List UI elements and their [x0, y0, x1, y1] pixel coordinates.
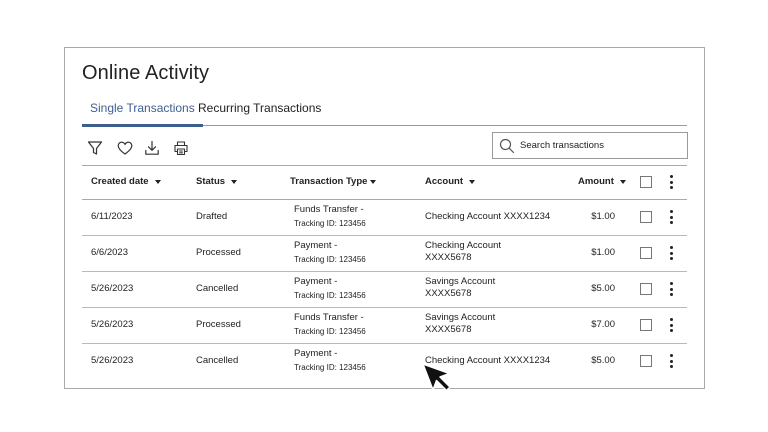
row-divider [82, 271, 687, 272]
sort-caret-icon [231, 179, 238, 184]
row-date: 5/26/2023 [91, 355, 134, 366]
row-checkbox[interactable] [640, 355, 652, 367]
header-more-icon[interactable] [666, 174, 676, 190]
search-input[interactable] [520, 140, 680, 151]
transaction-type-label: Payment - [294, 276, 338, 287]
account-name: Checking Account XXXX1234 [425, 211, 551, 222]
row-status: Processed [196, 247, 241, 258]
row-more-icon[interactable] [666, 245, 676, 261]
row-more-icon[interactable] [666, 281, 676, 297]
tab-bar: Single Transactions Recurring Transactio… [82, 96, 687, 127]
transaction-type-label: Payment - [294, 240, 338, 251]
column-header-created-date[interactable]: Created date [91, 176, 161, 187]
filter-icon[interactable] [87, 140, 103, 156]
row-checkbox[interactable] [640, 211, 652, 223]
online-activity-panel: Online Activity Single Transactions Recu… [64, 47, 705, 392]
row-checkbox[interactable] [640, 247, 652, 259]
row-status: Processed [196, 319, 241, 330]
row-checkbox[interactable] [640, 319, 652, 331]
row-amount: $5.00 [591, 283, 615, 294]
row-transaction-type: Funds Transfer - Tracking ID: 123456 [294, 204, 366, 228]
row-account: Checking Account XXXX5678 [425, 240, 501, 263]
transaction-type-label: Funds Transfer - [294, 312, 364, 323]
account-number: XXXX5678 [425, 252, 472, 263]
row-more-icon[interactable] [666, 317, 676, 333]
row-divider [82, 343, 687, 344]
account-number: XXXX5678 [425, 324, 472, 335]
transaction-type-label: Funds Transfer - [294, 204, 364, 215]
mouse-pointer-icon [422, 363, 451, 392]
tab-single-transactions[interactable]: Single Transactions [82, 101, 203, 127]
column-header-status[interactable]: Status [196, 176, 238, 187]
account-number: XXXX5678 [425, 288, 472, 299]
divider [82, 165, 687, 166]
account-name: Checking Account [425, 240, 502, 251]
row-status: Cancelled [196, 283, 239, 294]
tracking-id: Tracking ID: 123456 [294, 291, 366, 300]
page-title: Online Activity [82, 62, 210, 84]
row-account: Savings Account XXXX5678 [425, 312, 495, 335]
sort-caret-icon [154, 179, 161, 184]
download-icon[interactable] [144, 140, 160, 156]
row-divider [82, 307, 687, 308]
column-header-transaction-type[interactable]: Transaction Type [290, 176, 377, 187]
row-account: Savings Account XXXX5678 [425, 276, 495, 299]
row-amount: $5.00 [591, 355, 615, 366]
row-date: 5/26/2023 [91, 319, 134, 330]
row-date: 6/6/2023 [91, 247, 128, 258]
tracking-id: Tracking ID: 123456 [294, 327, 366, 336]
row-more-icon[interactable] [666, 209, 676, 225]
row-amount: $7.00 [591, 319, 615, 330]
row-status: Cancelled [196, 355, 239, 366]
row-more-icon[interactable] [666, 353, 676, 369]
select-all-checkbox[interactable] [640, 176, 652, 188]
header-divider [82, 199, 687, 200]
tracking-id: Tracking ID: 123456 [294, 363, 366, 372]
column-header-account[interactable]: Account [425, 176, 475, 187]
print-icon[interactable] [173, 140, 189, 156]
row-checkbox[interactable] [640, 283, 652, 295]
row-transaction-type: Payment - Tracking ID: 123456 [294, 348, 366, 372]
sort-caret-icon [370, 179, 377, 184]
account-name: Savings Account [425, 276, 496, 287]
account-name: Savings Account [425, 312, 496, 323]
row-date: 5/26/2023 [91, 283, 134, 294]
transaction-type-label: Payment - [294, 348, 338, 359]
row-transaction-type: Payment - Tracking ID: 123456 [294, 276, 366, 300]
search-box[interactable] [492, 132, 688, 159]
tracking-id: Tracking ID: 123456 [294, 219, 366, 228]
row-divider [82, 235, 687, 236]
row-transaction-type: Funds Transfer - Tracking ID: 123456 [294, 312, 366, 336]
sort-caret-icon [619, 179, 626, 184]
row-amount: $1.00 [591, 211, 615, 222]
search-icon [499, 138, 515, 153]
sort-caret-icon [469, 179, 475, 184]
heart-icon[interactable] [117, 140, 133, 156]
tab-recurring-transactions[interactable]: Recurring Transactions [190, 101, 329, 125]
row-account: Checking Account XXXX1234 [425, 211, 550, 222]
row-status: Drafted [196, 211, 228, 222]
row-date: 6/11/2023 [91, 211, 133, 222]
tracking-id: Tracking ID: 123456 [294, 255, 366, 264]
row-amount: $1.00 [591, 247, 615, 258]
row-transaction-type: Payment - Tracking ID: 123456 [294, 240, 366, 264]
column-header-amount[interactable]: Amount [578, 176, 626, 187]
